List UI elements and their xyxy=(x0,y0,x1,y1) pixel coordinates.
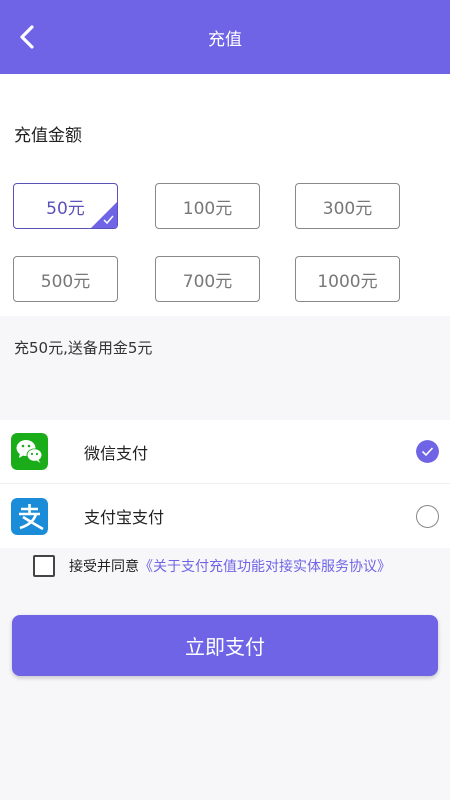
amount-option-label: 100元 xyxy=(182,198,233,219)
agreement-row: 接受并同意 《关于支付充值功能对接实体服务协议》 xyxy=(33,553,443,578)
chevron-left-icon xyxy=(20,25,34,49)
amount-option-label: 700元 xyxy=(182,271,233,292)
amount-option-700[interactable]: 700元 xyxy=(155,256,260,302)
alipay-icon xyxy=(11,497,48,535)
amount-option-300[interactable]: 300元 xyxy=(295,183,400,229)
payment-option-alipay[interactable]: 支付宝支付 xyxy=(0,484,450,548)
payment-option-label: 支付宝支付 xyxy=(84,508,165,527)
back-button[interactable] xyxy=(12,20,42,54)
amount-option-label: 300元 xyxy=(322,198,373,219)
pay-now-button[interactable]: 立即支付 xyxy=(12,615,438,676)
amount-section-label: 充值金额 xyxy=(14,126,82,146)
amount-option-1000[interactable]: 1000元 xyxy=(295,256,400,302)
pay-now-label: 立即支付 xyxy=(185,635,265,659)
amount-option-50[interactable]: 50元 xyxy=(13,183,118,229)
radio-unchecked-icon[interactable] xyxy=(416,504,439,528)
app-header: 充值 xyxy=(0,0,450,74)
amount-option-100[interactable]: 100元 xyxy=(155,183,260,229)
amount-option-500[interactable]: 500元 xyxy=(13,256,118,302)
agreement-link[interactable]: 《关于支付充值功能对接实体服务协议》 xyxy=(139,556,391,576)
amount-option-label: 50元 xyxy=(46,198,85,219)
payment-option-wechat[interactable]: 微信支付 xyxy=(0,420,450,484)
amount-option-label: 1000元 xyxy=(317,271,378,292)
wechat-pay-icon xyxy=(11,433,48,470)
amount-option-label: 500元 xyxy=(40,271,91,292)
bonus-text: 充50元,送备用金5元 xyxy=(14,339,153,357)
radio-checked-icon[interactable] xyxy=(416,440,439,463)
payment-methods: 微信支付 支付宝支付 xyxy=(0,420,450,548)
agreement-checkbox[interactable] xyxy=(33,554,55,577)
page-title: 充值 xyxy=(208,29,242,50)
agreement-prefix: 接受并同意 xyxy=(69,558,139,575)
payment-option-label: 微信支付 xyxy=(84,443,149,463)
selected-check-icon xyxy=(91,202,117,228)
